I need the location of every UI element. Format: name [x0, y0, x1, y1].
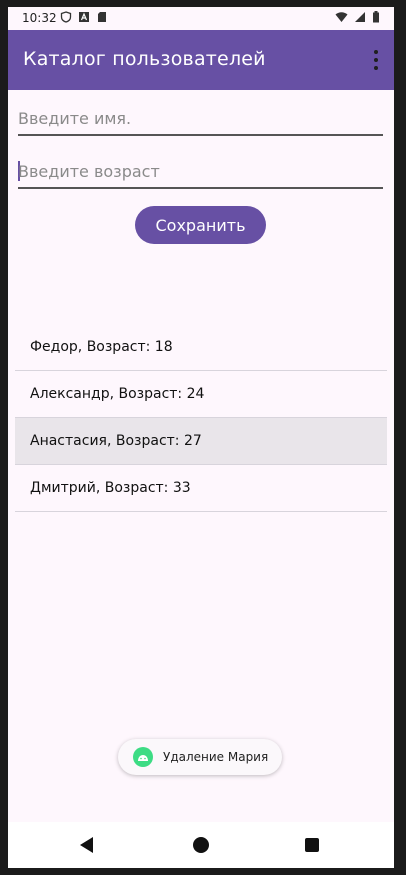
android-icon	[133, 747, 153, 767]
name-input[interactable]: Введите имя.	[18, 104, 383, 136]
user-list: Федор, Возраст: 18 Александр, Возраст: 2…	[15, 324, 387, 512]
wifi-icon	[335, 12, 348, 22]
app-bar: Каталог пользователей	[8, 30, 394, 90]
age-input[interactable]: Введите возраст	[18, 157, 383, 189]
save-button[interactable]: Сохранить	[135, 206, 266, 244]
back-icon[interactable]	[80, 837, 93, 853]
status-right-icons	[335, 11, 380, 23]
a-badge-icon	[79, 12, 89, 22]
list-item-label: Анастасия, Возраст: 27	[30, 433, 202, 449]
age-input-placeholder: Введите возраст	[18, 162, 160, 181]
app-title: Каталог пользователей	[23, 48, 266, 70]
overflow-menu-icon[interactable]	[368, 48, 384, 72]
list-item[interactable]: Дмитрий, Возраст: 33	[15, 465, 387, 512]
status-time: 10:32	[22, 11, 57, 25]
list-item-label: Александр, Возраст: 24	[30, 386, 205, 402]
signal-icon	[355, 12, 365, 22]
sd-card-icon	[98, 12, 106, 22]
recents-icon[interactable]	[305, 838, 319, 852]
device-frame: 10:32 Каталог пользователей Введите имя.…	[0, 0, 406, 875]
navigation-bar	[8, 822, 394, 868]
list-item[interactable]: Александр, Возраст: 24	[15, 371, 387, 418]
list-item-label: Дмитрий, Возраст: 33	[30, 480, 191, 496]
status-left-icons	[60, 11, 108, 23]
status-bar: 10:32	[8, 7, 394, 30]
name-input-placeholder: Введите имя.	[18, 109, 132, 128]
battery-icon	[373, 11, 379, 23]
app-screen: 10:32 Каталог пользователей Введите имя.…	[8, 7, 394, 868]
list-item-label: Федор, Возраст: 18	[30, 339, 173, 355]
toast-message: Удаление Мария	[118, 739, 282, 775]
shield-icon	[60, 11, 72, 23]
toast-text: Удаление Мария	[163, 750, 269, 764]
home-icon[interactable]	[193, 837, 209, 853]
list-item[interactable]: Анастасия, Возраст: 27	[15, 418, 387, 465]
list-item[interactable]: Федор, Возраст: 18	[15, 324, 387, 371]
